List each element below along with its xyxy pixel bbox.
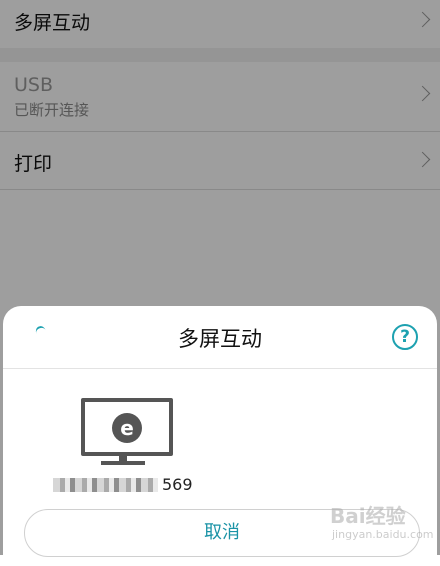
help-icon[interactable]: ? (392, 324, 418, 350)
watermark-logo: Bai经验 jingyan.baidu.com (330, 500, 435, 548)
dialog-title: 多屏互动 (178, 327, 262, 351)
device-item[interactable]: e 569 (53, 398, 223, 494)
watermark-text: Bai经验 (330, 504, 406, 528)
tv-icon: e (81, 398, 173, 456)
device-name-row: 569 (53, 475, 223, 495)
tv-stand (101, 461, 145, 465)
redacted-device-name (53, 478, 158, 492)
cast-logo-icon: e (112, 413, 142, 443)
divider (3, 368, 437, 369)
watermark-url: jingyan.baidu.com (332, 528, 434, 541)
device-name-suffix: 569 (162, 475, 193, 494)
dialog-header: 多屏互动 ? (3, 306, 437, 368)
